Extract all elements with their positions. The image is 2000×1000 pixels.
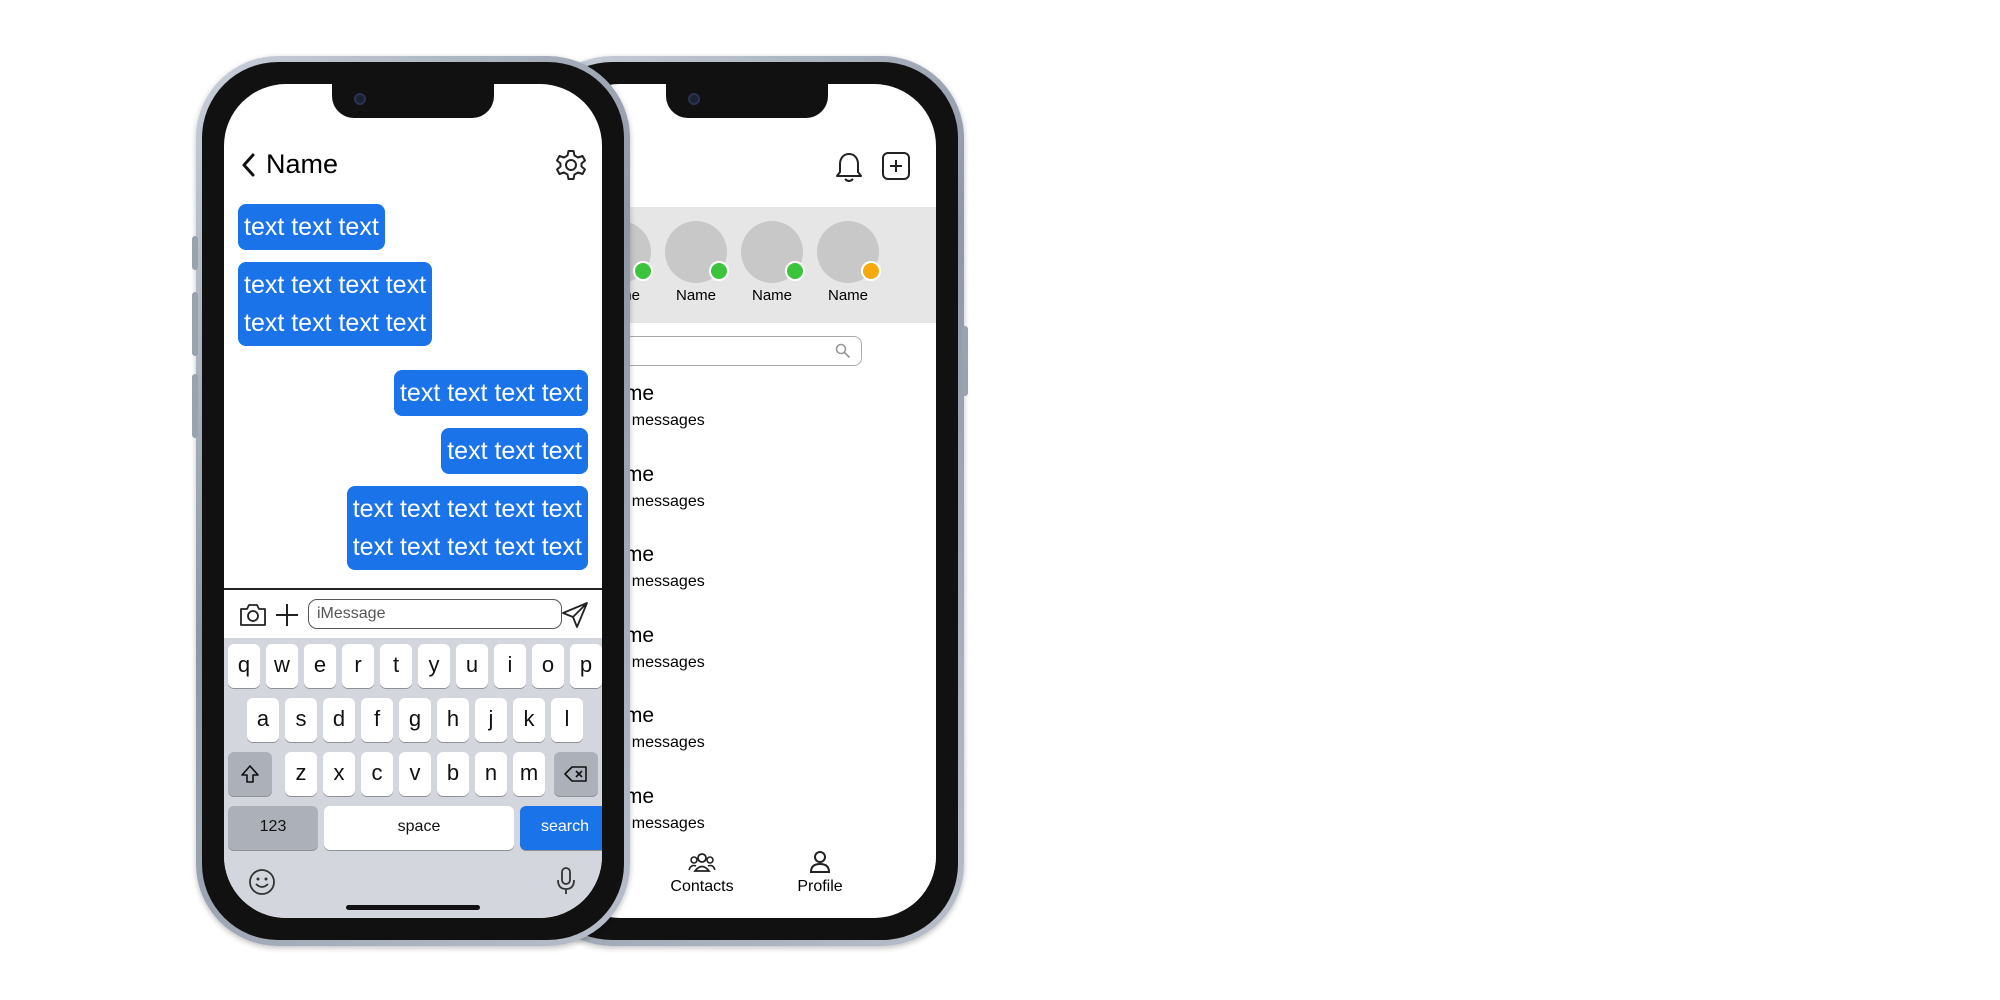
key-u[interactable]: u <box>456 644 488 688</box>
key-p[interactable]: p <box>570 644 602 688</box>
key-i[interactable]: i <box>494 644 526 688</box>
tab-contacts[interactable]: Contacts <box>652 850 752 896</box>
keyboard-row: zxcvbnm <box>224 752 602 796</box>
key-q[interactable]: q <box>228 644 260 688</box>
key-d[interactable]: d <box>323 698 355 742</box>
search-icon <box>835 343 851 359</box>
front-camera <box>354 93 366 105</box>
story-item[interactable]: Name <box>664 221 729 304</box>
key-a[interactable]: a <box>247 698 279 742</box>
key-e[interactable]: e <box>304 644 336 688</box>
gear-icon[interactable] <box>554 148 588 182</box>
message-bubble-outgoing[interactable]: text text text text <box>393 370 588 416</box>
message-composer <box>224 588 602 638</box>
story-name: Name <box>827 287 868 304</box>
tab-label: Contacts <box>670 878 734 895</box>
status-dot <box>861 261 881 281</box>
key-b[interactable]: b <box>437 752 469 796</box>
notch <box>332 84 494 118</box>
mute-switch <box>192 236 198 270</box>
camera-icon[interactable] <box>238 602 268 628</box>
plus-square-icon[interactable] <box>880 150 912 182</box>
front-camera <box>688 93 700 105</box>
home-indicator[interactable] <box>346 905 480 910</box>
chat-header: Name <box>238 146 588 186</box>
message-bubble-outgoing[interactable]: text text text text text text text text … <box>346 486 588 570</box>
key-x[interactable]: x <box>323 752 355 796</box>
message-bubble-outgoing[interactable]: text text text <box>441 428 588 474</box>
story-item[interactable]: Name <box>740 221 805 304</box>
keyboard-row: 123 space search <box>224 806 602 850</box>
key-w[interactable]: w <box>266 644 298 688</box>
message-input[interactable] <box>308 599 562 629</box>
profile-icon <box>809 851 831 873</box>
status-dot <box>633 261 653 281</box>
search-key[interactable]: search <box>520 806 602 850</box>
keyboard-row: asdfghjkl <box>224 698 602 742</box>
key-y[interactable]: y <box>418 644 450 688</box>
key-n[interactable]: n <box>475 752 507 796</box>
chat-title: Name <box>266 149 339 179</box>
status-dot <box>785 261 805 281</box>
keyboard: qwertyuiop asdfghjkl zxcvbnm 123 space s… <box>224 638 602 918</box>
key-k[interactable]: k <box>513 698 545 742</box>
key-g[interactable]: g <box>399 698 431 742</box>
emoji-icon[interactable] <box>248 868 276 896</box>
volume-down-button <box>192 374 198 438</box>
send-icon[interactable] <box>560 600 590 630</box>
status-dot <box>709 261 729 281</box>
space-key[interactable]: space <box>324 806 514 850</box>
contacts-icon <box>688 853 716 872</box>
key-m[interactable]: m <box>513 752 545 796</box>
story-item[interactable]: Name <box>816 221 881 304</box>
backspace-icon <box>564 766 587 782</box>
tab-profile[interactable]: Profile <box>770 850 870 896</box>
story-name: Name <box>751 287 792 304</box>
key-s[interactable]: s <box>285 698 317 742</box>
message-bubble-incoming[interactable]: text text text <box>238 204 385 250</box>
power-button <box>962 326 968 396</box>
story-name: Name <box>675 287 716 304</box>
avatar <box>741 221 805 283</box>
chat-screen: Name text text text text text text text … <box>224 84 602 918</box>
chat-phone: Name text text text text text text text … <box>192 56 630 946</box>
key-z[interactable]: z <box>285 752 317 796</box>
key-t[interactable]: t <box>380 644 412 688</box>
plus-icon[interactable] <box>274 602 300 628</box>
key-c[interactable]: c <box>361 752 393 796</box>
tab-label: Profile <box>797 878 843 895</box>
key-o[interactable]: o <box>532 644 564 688</box>
numbers-key[interactable]: 123 <box>228 806 318 850</box>
message-bubble-incoming[interactable]: text text text text text text text text <box>238 262 433 346</box>
shift-key[interactable] <box>228 752 272 796</box>
shift-icon <box>241 765 259 783</box>
key-h[interactable]: h <box>437 698 469 742</box>
key-v[interactable]: v <box>399 752 431 796</box>
microphone-icon[interactable] <box>556 866 576 896</box>
chevron-left-icon[interactable] <box>238 150 260 180</box>
keyboard-row: qwertyuiop <box>224 644 602 688</box>
volume-up-button <box>192 292 198 356</box>
avatar <box>817 221 881 283</box>
key-l[interactable]: l <box>551 698 583 742</box>
key-f[interactable]: f <box>361 698 393 742</box>
avatar <box>665 221 729 283</box>
key-r[interactable]: r <box>342 644 374 688</box>
phone-bezel: Name text text text text text text text … <box>202 62 624 940</box>
backspace-key[interactable] <box>554 752 598 796</box>
bell-icon[interactable] <box>834 150 864 184</box>
notch <box>666 84 828 118</box>
key-j[interactable]: j <box>475 698 507 742</box>
